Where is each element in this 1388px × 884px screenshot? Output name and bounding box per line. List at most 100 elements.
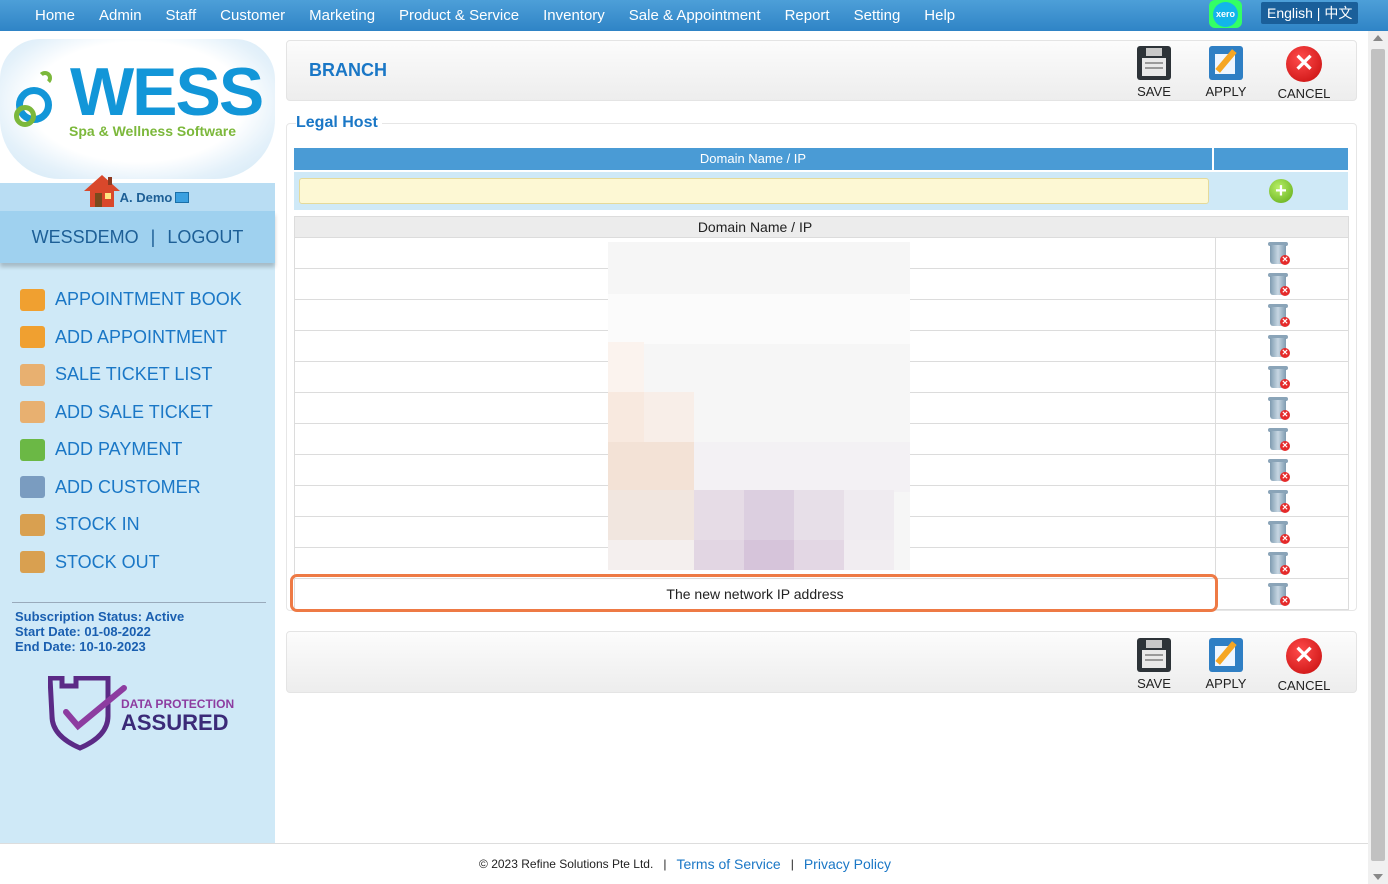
user-bar: A. Demo [0,175,275,211]
delete-cell: ✕ [1215,548,1349,578]
cancel-label: CANCEL [1277,678,1331,693]
add-plus-icon[interactable]: + [1269,179,1293,203]
footer-separator: | [790,857,794,871]
account-bar: WESSDEMO | LOGOUT [0,211,275,263]
quick-link-label: APPOINTMENT BOOK [55,289,242,310]
quick-link-add-appointment[interactable]: ADD APPOINTMENT [20,319,242,357]
nav-item-sale-appointment[interactable]: Sale & Appointment [617,4,773,28]
language-switch[interactable]: English | 中文 [1261,2,1359,24]
quick-link-label: ADD SALE TICKET [55,401,213,422]
save-icon [1137,46,1171,80]
save-label: SAVE [1137,676,1171,691]
scroll-up-icon[interactable] [1373,35,1383,41]
trash-icon[interactable]: ✕ [1268,551,1290,576]
trash-icon[interactable]: ✕ [1268,458,1290,483]
quick-link-stock-in[interactable]: STOCK IN [20,506,242,544]
apply-label: APPLY [1205,676,1247,691]
nav-item-marketing[interactable]: Marketing [297,4,387,28]
trash-icon[interactable]: ✕ [1268,489,1290,514]
add-column-header: Domain Name / IP [294,148,1212,170]
trash-icon[interactable]: ✕ [1268,303,1290,328]
nav-item-report[interactable]: Report [773,4,842,28]
logo-ring-small [14,105,36,127]
xero-button[interactable]: xero [1209,0,1242,28]
logout-link[interactable]: LOGOUT [167,227,243,248]
page-footer: © 2023 Refine Solutions Pte Ltd. | Terms… [0,843,1368,884]
privacy-link[interactable]: Privacy Policy [804,856,891,872]
home-icon[interactable] [83,175,120,211]
list-header: Domain Name / IP [295,217,1348,237]
nav-item-staff[interactable]: Staff [154,4,209,28]
logo-subtitle: Spa & Wellness Software [69,123,237,139]
subscription-status: Subscription Status: Active [15,609,185,624]
quick-link-stock-out[interactable]: STOCK OUT [20,544,242,582]
save-label: SAVE [1137,84,1171,99]
quick-link-label: ADD CUSTOMER [55,476,201,497]
top-nav-bar: Home Admin Staff Customer Marketing Product &… [0,0,1388,31]
save-button[interactable]: SAVE [1124,46,1184,99]
sidebar: WESS Spa & Wellness Software A. Demo WES… [0,31,275,843]
quick-link-add-sale-ticket[interactable]: ADD SALE TICKET [20,394,242,432]
cancel-button[interactable]: ✕ CANCEL [1274,46,1334,101]
apply-button-bottom[interactable]: APPLY [1196,638,1256,691]
delete-cell: ✕ [1215,486,1349,516]
scrollbar-thumb[interactable] [1371,49,1385,861]
cancel-label: CANCEL [1277,86,1331,101]
trash-icon[interactable]: ✕ [1268,272,1290,297]
cancel-button-bottom[interactable]: ✕ CANCEL [1274,638,1334,693]
apply-button[interactable]: APPLY [1196,46,1256,99]
calendar-add-icon [20,326,45,349]
quick-link-add-payment[interactable]: ADD PAYMENT [20,431,242,469]
cancel-icon: ✕ [1286,46,1322,82]
logo-dot [38,71,52,85]
nav-item-help[interactable]: Help [912,4,967,28]
nav-item-admin[interactable]: Admin [87,4,154,28]
quick-link-add-customer[interactable]: ADD CUSTOMER [20,469,242,507]
quick-link-appointment-book[interactable]: APPOINTMENT BOOK [20,281,242,319]
quick-links: APPOINTMENT BOOK ADD APPOINTMENT SALE TICK… [20,281,242,581]
highlight-box [290,574,1218,612]
customer-card-icon [20,476,45,499]
trash-icon[interactable]: ✕ [1268,582,1290,607]
trash-icon[interactable]: ✕ [1268,334,1290,359]
box-in-icon [20,513,45,536]
page-title: BRANCH [309,60,387,80]
badge-line-2: ASSURED [121,710,229,735]
box-out-icon [20,551,45,574]
nav-item-home[interactable]: Home [23,4,87,28]
nav-item-customer[interactable]: Customer [208,4,297,28]
nav-item-setting[interactable]: Setting [842,4,913,28]
trash-icon[interactable]: ✕ [1268,520,1290,545]
domain-ip-input[interactable] [299,178,1209,204]
quick-link-label: SALE TICKET LIST [55,364,213,385]
save-button-bottom[interactable]: SAVE [1124,638,1184,691]
terms-link[interactable]: Terms of Service [676,856,780,872]
delete-cell: ✕ [1215,517,1349,547]
footer-separator: | [663,857,667,871]
page-scrollbar[interactable] [1368,31,1388,884]
nav-item-product-service[interactable]: Product & Service [387,4,531,28]
apply-icon [1209,46,1243,80]
quick-link-label: ADD APPOINTMENT [55,326,228,347]
logo[interactable]: WESS Spa & Wellness Software [0,31,275,183]
section-legend: Legal Host [296,114,382,132]
nav-item-inventory[interactable]: Inventory [531,4,617,28]
account-link[interactable]: WESSDEMO [32,227,139,248]
scroll-down-icon[interactable] [1373,874,1383,880]
computer-icon [175,191,190,203]
quick-link-label: ADD PAYMENT [55,439,183,460]
trash-icon[interactable]: ✕ [1268,396,1290,421]
delete-cell: ✕ [1215,300,1349,330]
calendar-icon [20,288,45,311]
trash-icon[interactable]: ✕ [1268,365,1290,390]
delete-cell: ✕ [1215,393,1349,423]
quick-link-label: STOCK OUT [55,551,160,572]
subscription-end-date: End Date: 10-10-2023 [15,639,146,654]
delete-cell: ✕ [1215,579,1349,609]
quick-link-sale-ticket-list[interactable]: SALE TICKET LIST [20,356,242,394]
trash-icon[interactable]: ✕ [1268,241,1290,266]
trash-icon[interactable]: ✕ [1268,427,1290,452]
data-protection-badge: DATA PROTECTION ASSURED [47,675,238,751]
badge-line-1: DATA PROTECTION [121,697,235,711]
add-action-header [1214,148,1348,170]
